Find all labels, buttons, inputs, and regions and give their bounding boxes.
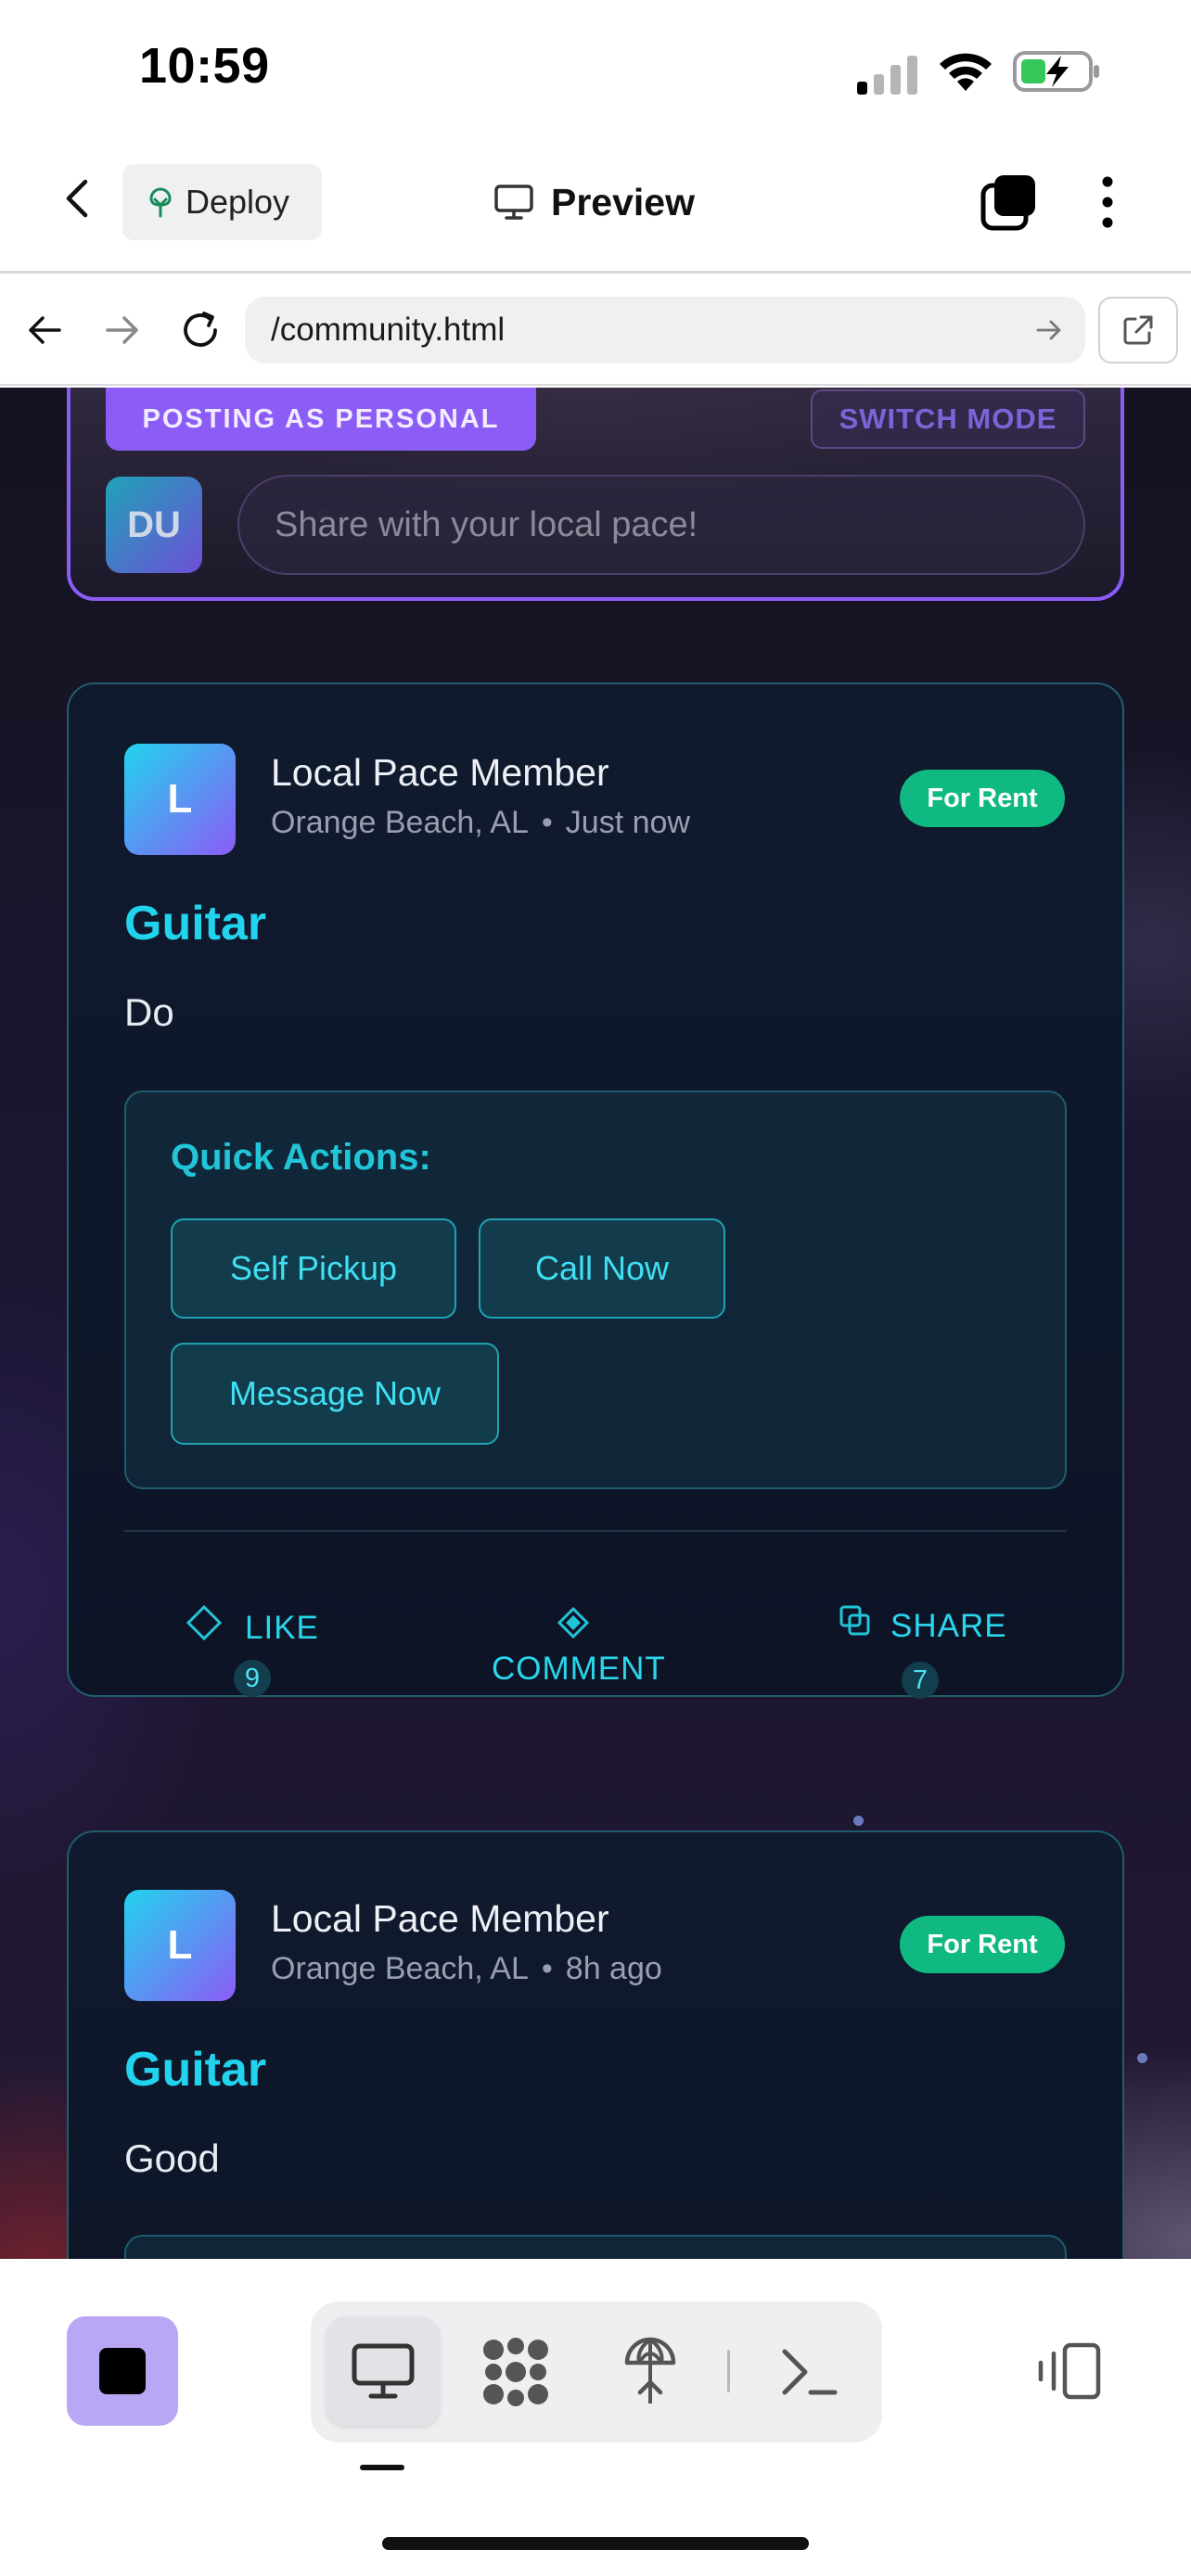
meta-separator: •: [541, 1951, 553, 1986]
status-time: 10:59: [139, 38, 270, 94]
diamond-filled-icon: [557, 1606, 590, 1644]
diamond-outline-icon: [186, 1604, 223, 1646]
active-tab-indicator: [360, 2465, 404, 2470]
deploy-label: Deploy: [186, 183, 290, 221]
meta-separator: •: [541, 805, 553, 840]
post-title: Guitar: [124, 897, 267, 950]
avatar: L: [124, 1890, 236, 2001]
preview-title-label: Preview: [551, 180, 695, 223]
go-arrow-icon[interactable]: [1035, 317, 1063, 343]
avatar: DU: [106, 477, 202, 573]
stop-button[interactable]: [67, 2316, 178, 2426]
stop-icon: [99, 2348, 146, 2394]
post-author: Local Pace Member: [271, 751, 609, 794]
post-body: Do: [124, 990, 174, 1034]
post-author: Local Pace Member: [271, 1897, 609, 1940]
arrow-left-icon[interactable]: [26, 313, 63, 347]
post-divider: [124, 1530, 1067, 1532]
self-pickup-button[interactable]: Self Pickup: [171, 1218, 456, 1319]
post-time: 8h ago: [565, 1951, 662, 1986]
web-content: POSTING AS PERSONAL SWITCH MODE DU Share…: [0, 388, 1191, 2259]
open-external-button[interactable]: [1098, 297, 1178, 363]
post-location: Orange Beach, AL: [271, 1951, 529, 1986]
tabs-icon[interactable]: [980, 172, 1039, 232]
post-time: Just now: [565, 805, 690, 840]
url-text: /community.html: [271, 312, 506, 348]
preview-tool-button[interactable]: [327, 2316, 440, 2426]
post-body: Good: [124, 2136, 220, 2180]
deploy-icon[interactable]: [623, 2335, 677, 2407]
monitor-icon: [493, 184, 534, 221]
post-location: Orange Beach, AL: [271, 805, 529, 840]
more-vertical-icon[interactable]: [1100, 176, 1115, 228]
share-button[interactable]: SHARE 7: [839, 1604, 1015, 1699]
open-external-icon: [1121, 313, 1155, 347]
terminal-icon[interactable]: [779, 2346, 839, 2398]
call-now-button[interactable]: Call Now: [479, 1218, 725, 1319]
posting-mode-badge: POSTING AS PERSONAL: [106, 388, 536, 451]
post-title: Guitar: [124, 2043, 267, 2097]
comment-button[interactable]: COMMENT: [490, 1606, 675, 1687]
back-chevron-icon[interactable]: [58, 178, 98, 219]
like-label: LIKE: [245, 1610, 319, 1646]
share-count: 7: [902, 1662, 939, 1699]
post-meta: Orange Beach, AL • Just now: [271, 805, 690, 841]
wifi-icon: [937, 48, 994, 93]
compose-input[interactable]: Share with your local pace!: [237, 475, 1085, 575]
post-meta: Orange Beach, AL • 8h ago: [271, 1951, 662, 1987]
devices-icon[interactable]: [1035, 2342, 1102, 2400]
arrow-right-icon[interactable]: [104, 313, 141, 347]
reload-icon[interactable]: [180, 310, 221, 351]
home-indicator: [382, 2537, 809, 2550]
grid-dots-icon[interactable]: [480, 2337, 551, 2407]
url-bar[interactable]: /community.html: [245, 297, 1085, 363]
signal-icon: [855, 54, 920, 95]
monitor-icon: [351, 2342, 416, 2404]
like-count: 9: [234, 1660, 271, 1697]
deploy-tree-icon: [147, 186, 174, 218]
deploy-button[interactable]: Deploy: [122, 164, 322, 240]
quick-actions-title: Quick Actions:: [171, 1137, 431, 1178]
status-badge: For Rent: [900, 770, 1065, 827]
avatar: L: [124, 744, 236, 855]
decor-dot: [853, 1816, 864, 1826]
switch-mode-button[interactable]: SWITCH MODE: [811, 389, 1085, 449]
share-label: SHARE: [890, 1608, 1007, 1644]
battery-icon: [1013, 50, 1102, 93]
toolbar-separator: [727, 2350, 730, 2392]
like-button[interactable]: LIKE 9: [186, 1604, 334, 1697]
comment-label: COMMENT: [492, 1651, 666, 1687]
quick-actions-box: [124, 2235, 1067, 2259]
decor-dot: [1137, 2053, 1147, 2063]
message-now-button[interactable]: Message Now: [171, 1343, 499, 1445]
preview-title: Preview: [493, 176, 695, 228]
compose-placeholder: Share with your local pace!: [275, 504, 698, 544]
share-squares-icon: [839, 1604, 872, 1642]
status-badge: For Rent: [900, 1916, 1065, 1973]
